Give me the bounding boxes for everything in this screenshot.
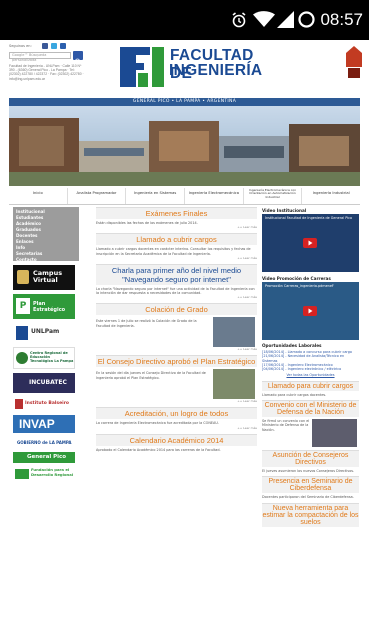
unlpam-logo[interactable]: UNLPam — [13, 323, 75, 343]
search-input[interactable]: Google™ Búsqueda personalizada — [9, 52, 71, 62]
news-column: Exámenes Finales Están disponibles las f… — [96, 207, 257, 456]
article-title[interactable]: Acreditación, un logro de todos — [96, 407, 257, 420]
main-nav: Inicio Analista Programador Ingeniería e… — [9, 188, 360, 205]
read-more-link[interactable]: ++ Leer más — [96, 347, 257, 351]
logo-line-2: INGENIERÍA — [169, 62, 263, 79]
video-box: Video Promoción de Carreras Promoción Ca… — [262, 275, 359, 340]
play-icon[interactable] — [303, 238, 317, 248]
side-article-text: El jueves asumieron los nuevos Consejero… — [262, 469, 355, 474]
side-article-title[interactable]: Convenio con el Ministerio de Defensa de… — [262, 400, 359, 418]
status-bar: 08:57 — [0, 0, 369, 40]
video-player[interactable]: Institucional Facultad de Ingeniería de … — [262, 214, 359, 272]
opportunity-item[interactable]: [04/06/2014] - Ingeniero electrónico / e… — [262, 367, 359, 371]
screen: 08:57 Seguinos en: Google™ Búsqueda pers… — [0, 0, 369, 617]
article-photo — [213, 317, 255, 348]
video-player[interactable]: Promoción Carreras_ingenieria.pdmeneF — [262, 282, 359, 340]
nav-item-analista[interactable]: Analista Programador — [68, 188, 127, 204]
article-title[interactable]: El Consejo Directivo aprobó el Plan Estr… — [96, 355, 257, 368]
sidebar-item-contacto[interactable]: Contacto — [16, 257, 76, 263]
contact-address: Facultad de Ingeniería - UNLPam · Calle … — [9, 64, 84, 81]
read-more-link[interactable]: ++ Leer más — [96, 225, 257, 229]
article-photo — [213, 369, 255, 400]
site-logo[interactable]: FACULTAD DE INGENIERÍA — [118, 43, 272, 93]
news-article: Exámenes Finales Están disponibles las f… — [96, 207, 257, 229]
opportunities-title: Oportunidades Laborales — [262, 343, 322, 348]
article-title[interactable]: Llamado a cubrir cargos — [96, 233, 257, 246]
general-pico-logo[interactable]: General Pico — [13, 452, 75, 463]
campus-virtual-logo[interactable]: Campus Virtual — [13, 265, 75, 290]
news-article: Colación de Grado Este viernes 1 de Juli… — [96, 303, 257, 351]
article-title[interactable]: Charla para primer año del nivel medio "… — [96, 263, 257, 285]
gobierno-logo[interactable]: GOBIERNO de LA PAMPA — [13, 437, 75, 448]
wifi-icon — [253, 11, 275, 27]
news-article: Llamado a cubrir cargos Llamado a cubrir… — [96, 233, 257, 260]
opportunities-box: Oportunidades Laborales [18/06/2014] - L… — [262, 343, 359, 378]
sidebar: Institucional Estudiantes Académico Grad… — [13, 207, 79, 481]
alarm-icon — [232, 12, 246, 28]
video-title: Video Promoción de Carreras — [262, 276, 331, 281]
article-text: La charla "Navegando seguro por internet… — [96, 286, 255, 296]
right-column: Video Institucional Institucional Facult… — [262, 207, 359, 527]
article-text: Este viernes 1 de Julio se realizó la Co… — [96, 319, 197, 328]
fi-emblem-icon — [120, 47, 164, 87]
nav-item-industrial[interactable]: Ingeniería Industrial — [302, 188, 360, 204]
side-article-text: Docentes participaron del Seminario de C… — [262, 495, 354, 500]
nav-item-automatizacion[interactable]: Ingeniería Electromecánica con Orientaci… — [244, 188, 303, 204]
opportunity-item[interactable]: [21/06/2014] - Necesidad de Analista/Téc… — [262, 354, 359, 363]
article-title[interactable]: Calendario Académico 2014 — [96, 433, 257, 446]
video-box: Video Institucional Institucional Facult… — [262, 207, 359, 272]
side-article-title[interactable]: Llamado para cubrir cargos — [262, 380, 359, 391]
banner-caption: GENERAL PICO • LA PAMPA • ARGENTINA — [9, 98, 360, 106]
campus-photo — [9, 106, 360, 186]
centro-regional-logo[interactable]: Centro Regional de Educación Tecnológica… — [13, 347, 75, 369]
side-article-title[interactable]: Asunción de Consejeros Directivos — [262, 450, 359, 468]
social-links — [42, 43, 66, 49]
nav-item-sistemas[interactable]: Ingeniería en Sistemas — [126, 188, 186, 204]
article-title[interactable]: Colación de Grado — [96, 303, 257, 316]
article-text: En la sesión del día jueves el Consejo D… — [96, 371, 206, 380]
invap-logo[interactable]: INVAP — [13, 415, 75, 433]
article-title[interactable]: Exámenes Finales — [96, 207, 257, 219]
play-icon[interactable] — [303, 306, 317, 316]
news-article: Calendario Académico 2014 Aprobado el Ca… — [96, 433, 257, 452]
nav-item-electromecanica[interactable]: Ingeniería Electromecánica — [185, 188, 244, 204]
signal-icon — [277, 11, 294, 28]
incubatec-logo[interactable]: INCUBATEC — [13, 373, 75, 393]
hero-banner: GENERAL PICO • LA PAMPA • ARGENTINA — [9, 98, 360, 186]
nav-item-inicio[interactable]: Inicio — [9, 188, 68, 204]
site-header: Seguinos en: Google™ Búsqueda personaliz… — [0, 40, 369, 98]
news-article: Charla para primer año del nivel medio "… — [96, 263, 257, 299]
sidebar-menu: Institucional Estudiantes Académico Grad… — [13, 207, 79, 263]
article-text: Aprobado el Calendario Académico 2014 pa… — [96, 447, 221, 452]
battery-circle-icon — [298, 11, 315, 28]
read-more-link[interactable]: ++ Leer más — [96, 426, 257, 430]
poplar-logo[interactable]: P Plan Estratégico — [13, 294, 75, 319]
video-title: Video Institucional — [262, 208, 307, 213]
web-page: Seguinos en: Google™ Búsqueda personaliz… — [0, 40, 369, 617]
facebook-icon[interactable] — [42, 43, 48, 49]
read-more-link[interactable]: ++ Leer más — [96, 399, 257, 403]
twitter-icon[interactable] — [51, 43, 57, 49]
read-more-link[interactable]: ++ Leer más — [96, 256, 257, 260]
youtube-icon[interactable] — [60, 43, 66, 49]
article-photo — [312, 419, 357, 448]
fundacion-logo[interactable]: Fundación para el Desarrollo Regional — [13, 467, 75, 481]
clock: 08:57 — [320, 10, 363, 29]
read-more-link[interactable]: ++ Leer más — [96, 295, 257, 299]
article-text: Llamado a cubrir cargos docentes en cará… — [96, 247, 251, 256]
side-article-title[interactable]: Presencia en Seminario de Ciberdefensa — [262, 476, 359, 494]
balseiro-logo[interactable]: Instituto Balseiro — [13, 397, 75, 411]
side-article-text: Llamado para cubrir cargos docentes. — [262, 392, 327, 397]
news-article: El Consejo Directivo aprobó el Plan Estr… — [96, 355, 257, 403]
news-article: Acreditación, un logro de todos La carre… — [96, 407, 257, 430]
side-article-text: Se firmó un convenio con el Ministerio d… — [262, 419, 310, 432]
side-article-title[interactable]: Nueva herramienta para estimar la compac… — [262, 502, 359, 527]
follow-label: Seguinos en: — [9, 44, 32, 48]
opportunities-more-link[interactable]: Ver todas las Oportunidades — [262, 373, 359, 377]
search-button[interactable] — [73, 51, 83, 65]
university-seal-icon — [345, 44, 363, 84]
